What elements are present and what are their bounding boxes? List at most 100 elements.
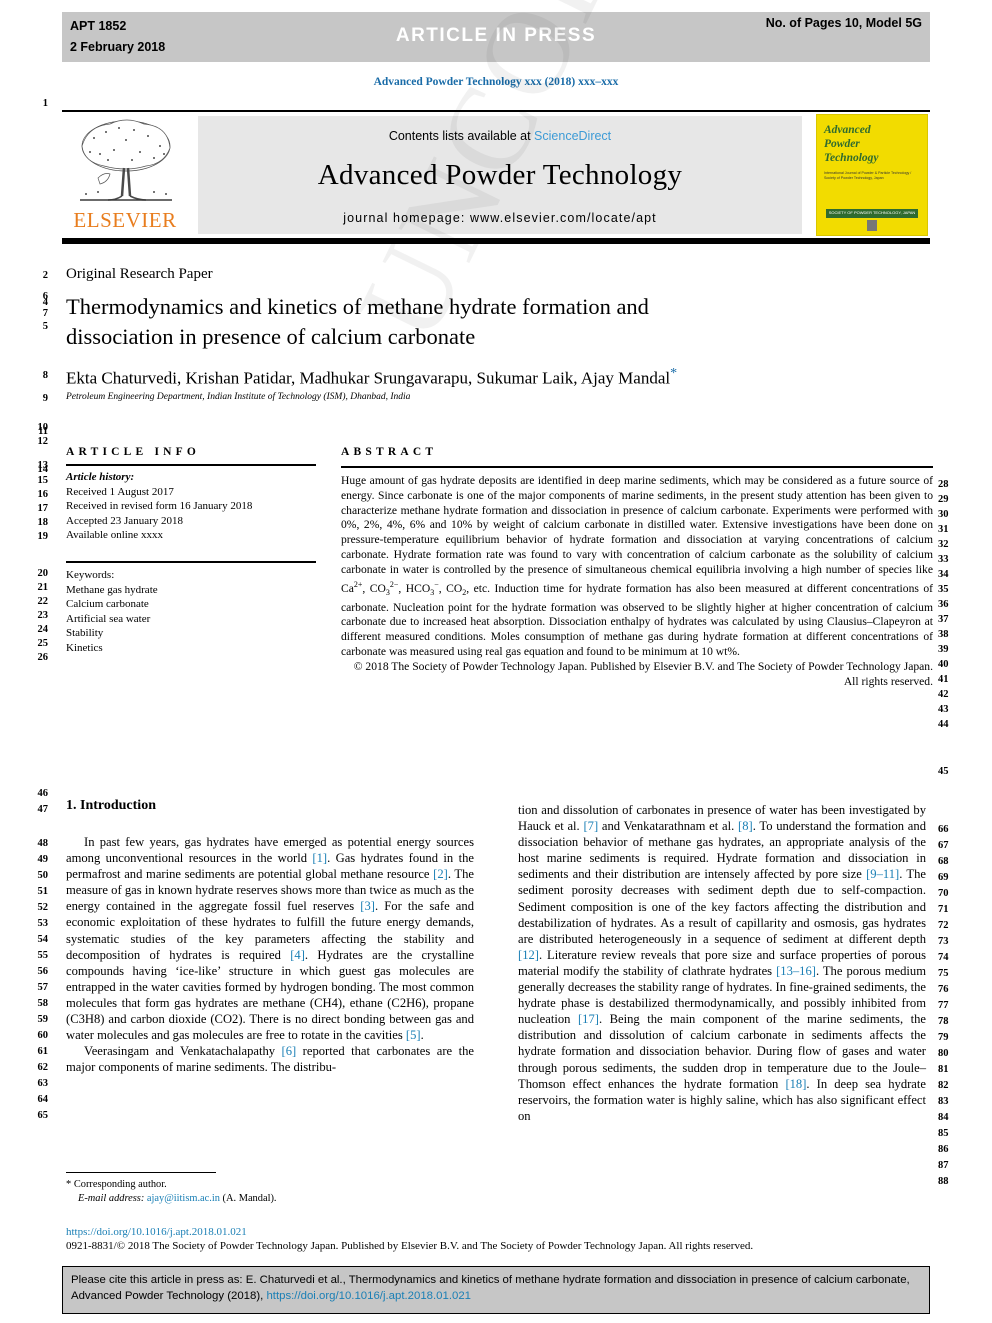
pages-model-info: No. of Pages 10, Model 5G <box>765 16 922 30</box>
title-line-1: Thermodynamics and kinetics of methane h… <box>66 294 649 319</box>
line-number: 33 <box>938 554 949 565</box>
email-author-suffix: (A. Mandal). <box>219 1192 277 1204</box>
author-email-link[interactable]: ajay@iitism.ac.in <box>147 1193 220 1204</box>
line-number: 77 <box>938 1000 949 1011</box>
cite-doi-link[interactable]: https://doi.org/10.1016/j.apt.2018.01.02… <box>266 1290 471 1302</box>
keyword-item: Artificial sea water <box>66 612 151 625</box>
line-number: 49 <box>37 854 49 865</box>
footnote-star-marker: * <box>66 1179 72 1190</box>
keywords-rule <box>66 561 316 563</box>
line-number: 26 <box>37 652 49 663</box>
line-number: 69 <box>938 872 949 883</box>
line-number: 60 <box>37 1030 49 1041</box>
intro-paragraph-1: In past few years, gas hydrates have eme… <box>66 835 474 1043</box>
cover-journal-title: Advanced Powder Technology <box>824 124 879 164</box>
line-number: 21 <box>37 582 49 593</box>
history-revised: Received in revised form 16 January 2018 <box>66 500 253 513</box>
line-number: 9 <box>42 393 48 404</box>
cite-this-article-box: Please cite this article in press as: E.… <box>62 1266 930 1314</box>
section-heading-introduction: 1. Introduction <box>66 798 156 813</box>
line-number: 5 <box>42 321 48 332</box>
journal-running-head[interactable]: Advanced Powder Technology xxx (2018) xx… <box>0 76 992 88</box>
elsevier-tree-logo: ELSEVIER <box>64 116 186 234</box>
email-note: E-mail address: ajay@iitism.ac.in (A. Ma… <box>66 1192 474 1206</box>
line-number: 24 <box>37 624 49 635</box>
line-number: 67 <box>938 840 949 851</box>
line-number: 16 <box>37 489 49 500</box>
citation-ref[interactable]: [1] <box>312 851 327 865</box>
line-number: 40 <box>938 659 949 670</box>
line-number: 36 <box>938 599 949 610</box>
journal-cover-thumbnail[interactable]: Advanced Powder Technology International J… <box>816 114 928 236</box>
line-number: 34 <box>938 569 949 580</box>
author-names: Ekta Chaturvedi, Krishan Patidar, Madhuk… <box>66 368 671 388</box>
citation-ref[interactable]: [7] <box>583 819 598 833</box>
sciencedirect-link[interactable]: ScienceDirect <box>534 129 611 143</box>
line-number: 8 <box>42 370 48 381</box>
citation-ref[interactable]: [2] <box>433 867 448 881</box>
line-number: 62 <box>37 1062 49 1073</box>
line-number: 68 <box>938 856 949 867</box>
abstract-paragraph: Huge amount of gas hydrate deposits are … <box>341 474 934 658</box>
line-number: 58 <box>37 998 49 1009</box>
journal-homepage-link[interactable]: journal homepage: www.elsevier.com/locat… <box>198 211 802 225</box>
line-number: 51 <box>37 886 49 897</box>
keyword-item: Methane gas hydrate <box>66 583 158 596</box>
line-number: 47 <box>37 804 49 815</box>
line-number: 88 <box>938 1176 949 1187</box>
page-title: Thermodynamics and kinetics of methane h… <box>66 292 906 352</box>
line-number: 45 <box>938 766 949 777</box>
line-number: 19 <box>37 531 49 542</box>
contents-list-line: Contents lists available at ScienceDirec… <box>198 129 802 143</box>
line-number: 85 <box>938 1128 949 1139</box>
doi-link[interactable]: https://doi.org/10.1016/j.apt.2018.01.02… <box>66 1226 247 1238</box>
citation-ref[interactable]: [3] <box>360 899 375 913</box>
history-received: Received 1 August 2017 <box>66 485 174 498</box>
line-number: 32 <box>938 539 949 550</box>
citation-ref[interactable]: [9–11] <box>866 867 899 881</box>
intro-paragraph-3: tion and dissolution of carbonates in pr… <box>518 803 926 1123</box>
line-number: 64 <box>37 1094 49 1105</box>
line-number: 52 <box>37 902 49 913</box>
line-number: 14 <box>37 464 49 475</box>
title-line-2: dissociation in presence of calcium carb… <box>66 324 476 349</box>
line-number: 44 <box>938 719 949 730</box>
citation-ref[interactable]: [12] <box>518 948 539 962</box>
citation-ref[interactable]: [18] <box>785 1077 806 1091</box>
cover-subtitle: International Journal of Powder & Partic… <box>824 171 912 180</box>
intro-paragraph-2: Veerasingam and Venkatachalapathy [6] re… <box>66 1044 474 1075</box>
author-affiliation: Petroleum Engineering Department, Indian… <box>66 392 411 402</box>
line-number: 56 <box>37 966 49 977</box>
citation-ref[interactable]: [4] <box>290 948 305 962</box>
line-number: 78 <box>938 1016 949 1027</box>
line-number: 46 <box>37 788 49 799</box>
line-number: 66 <box>938 824 949 835</box>
line-number: 81 <box>938 1064 949 1075</box>
line-number: 83 <box>938 1096 949 1107</box>
keywords-label: Keywords: <box>66 569 115 581</box>
line-number: 59 <box>37 1014 49 1025</box>
body-column-right: tion and dissolution of carbonates in pr… <box>518 802 926 1124</box>
line-number: 23 <box>37 610 49 621</box>
line-number: 70 <box>938 888 949 899</box>
line-number: 75 <box>938 968 949 979</box>
citation-ref[interactable]: [6] <box>282 1044 297 1058</box>
journal-title: Advanced Powder Technology <box>317 159 683 191</box>
citation-ref[interactable]: [17] <box>578 1012 599 1026</box>
line-number: 31 <box>938 524 949 535</box>
author-list: Ekta Chaturvedi, Krishan Patidar, Madhuk… <box>66 366 906 389</box>
line-number: 54 <box>37 934 49 945</box>
citation-ref[interactable]: [8] <box>738 819 753 833</box>
line-number: 4 <box>42 297 48 308</box>
line-number: 48 <box>37 838 49 849</box>
abstract-copyright: © 2018 The Society of Powder Technology … <box>353 659 933 688</box>
line-number: 65 <box>37 1110 49 1121</box>
cite-text-body: Please cite this article in press as: E.… <box>71 1274 910 1302</box>
line-number: 57 <box>37 982 49 993</box>
citation-ref[interactable]: [5] <box>406 1028 421 1042</box>
keyword-item: Calcium carbonate <box>66 598 149 611</box>
line-number: 37 <box>938 614 949 625</box>
citation-ref[interactable]: [13–16] <box>776 964 816 978</box>
line-number: 25 <box>37 638 49 649</box>
corresponding-author-marker: * <box>670 366 678 381</box>
